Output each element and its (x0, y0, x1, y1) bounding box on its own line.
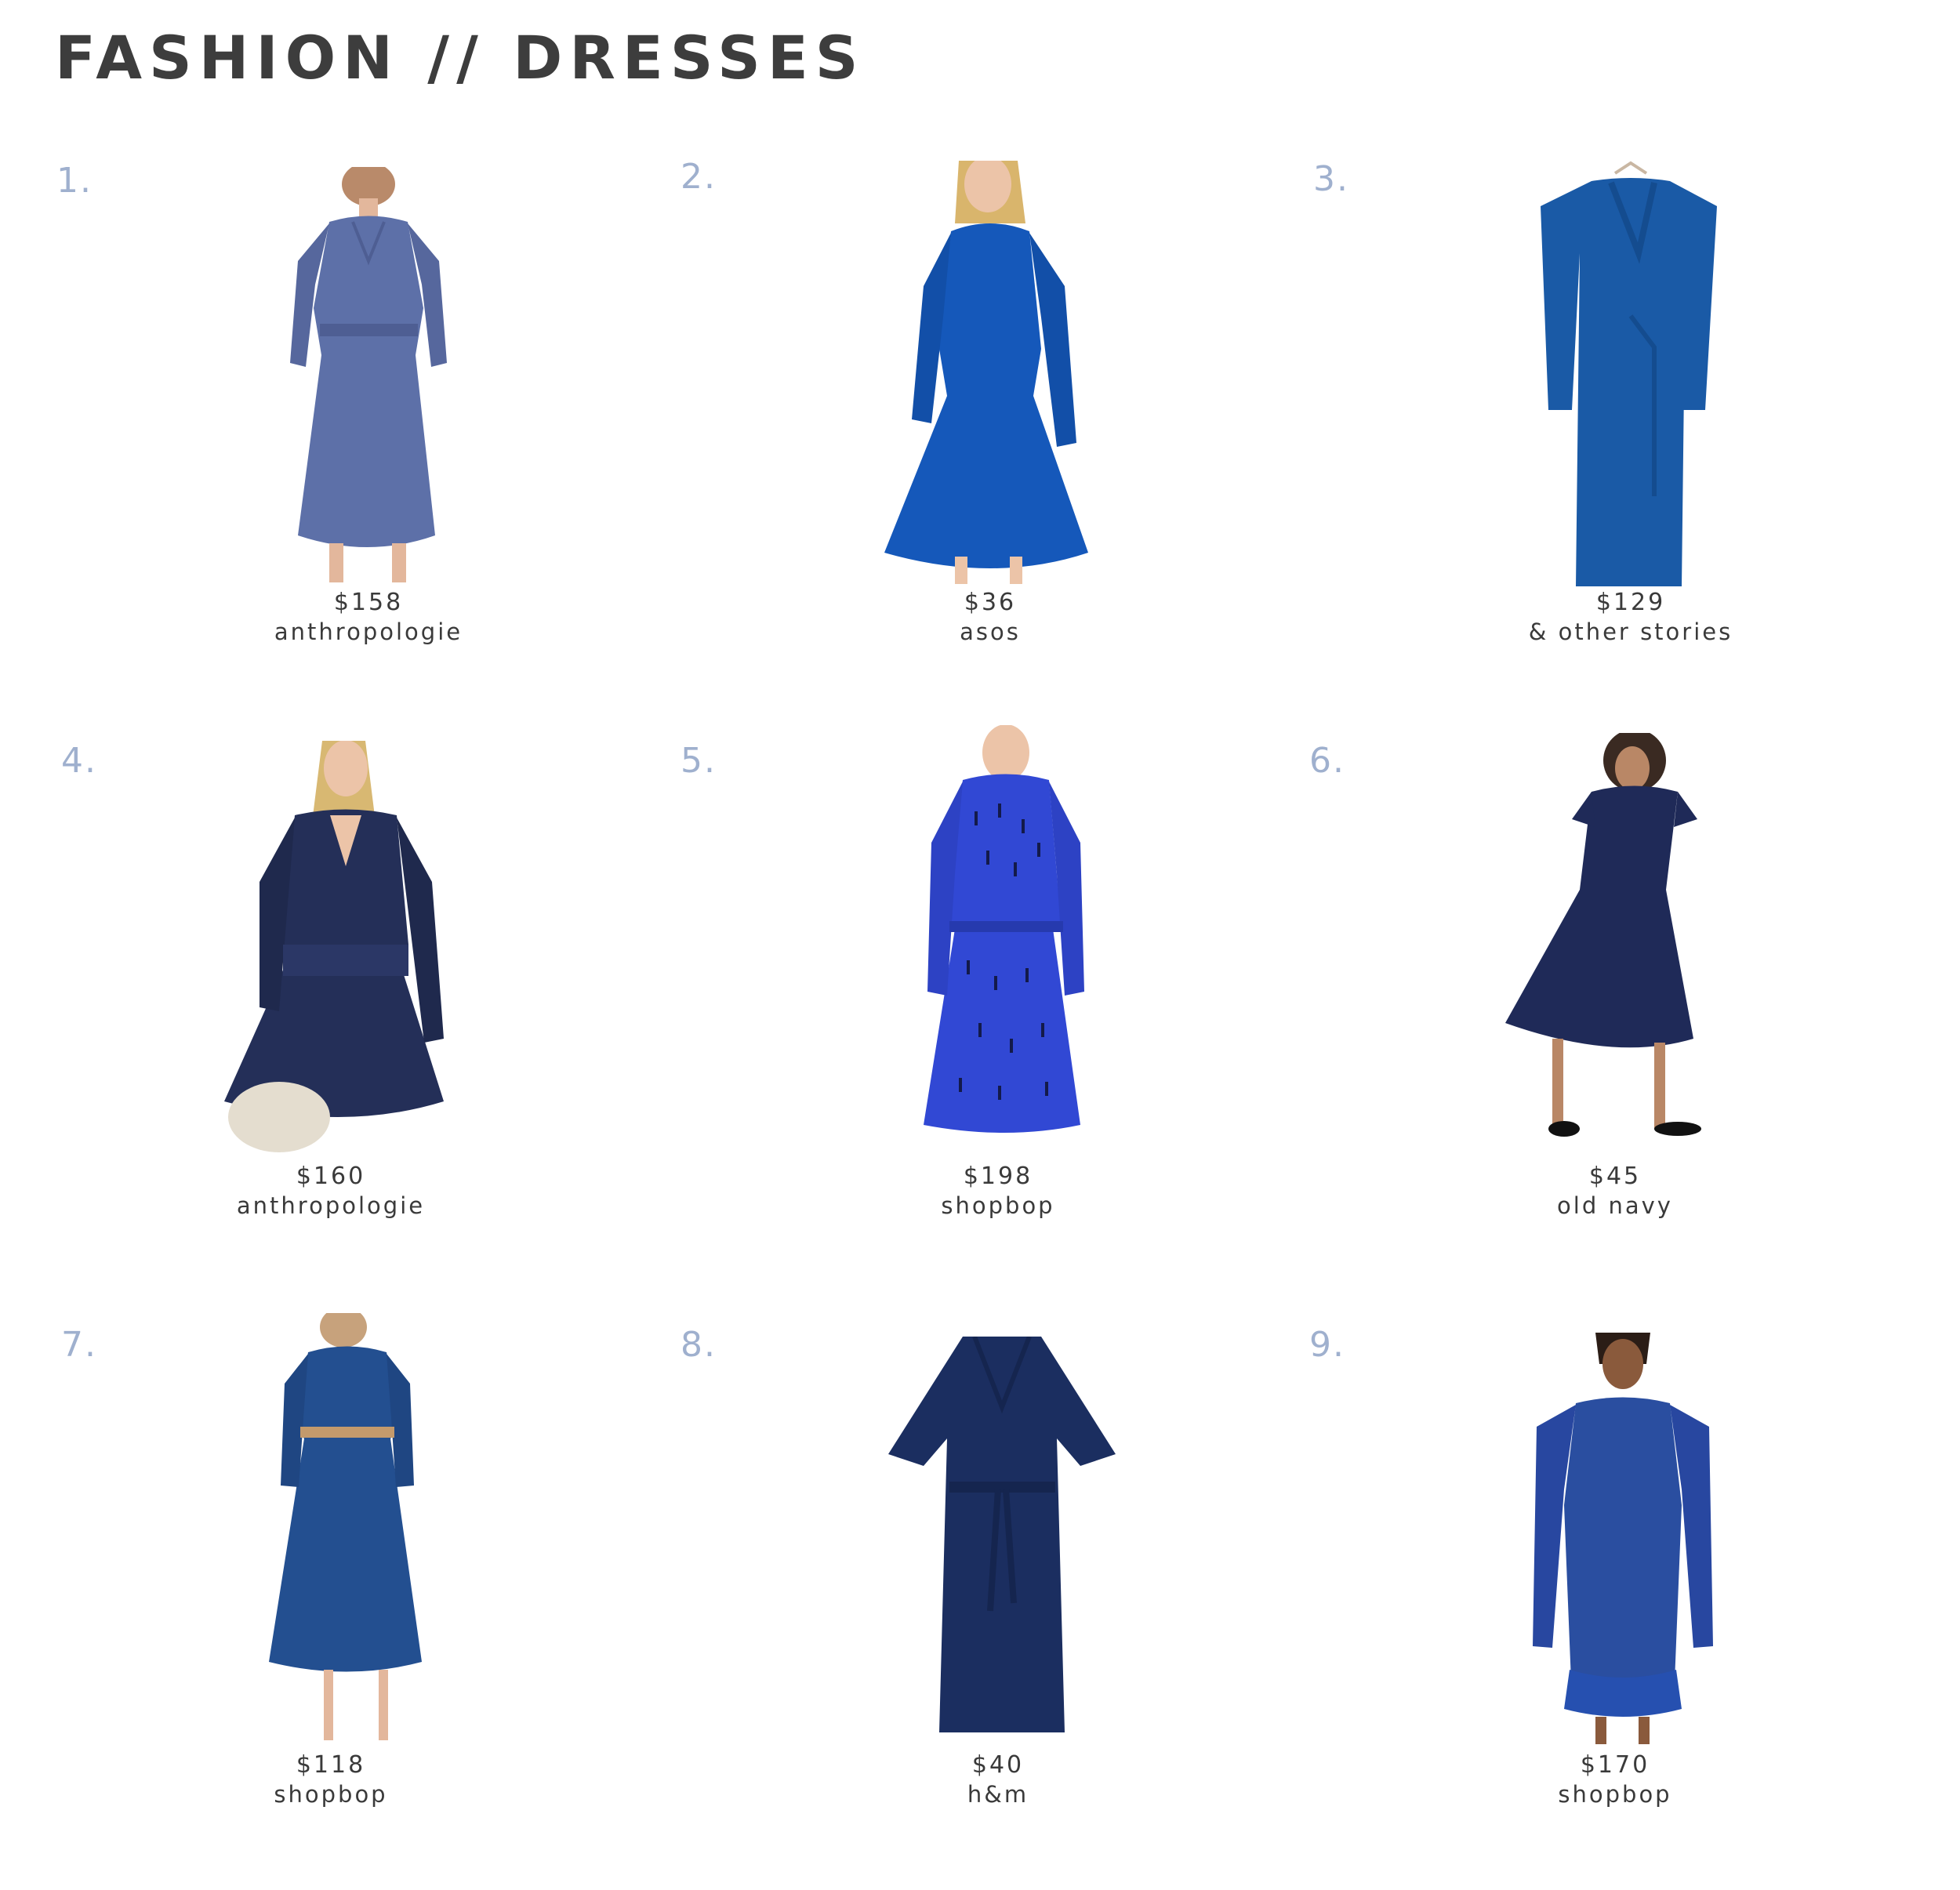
dress-illustration (888, 1337, 1116, 1732)
product-price: $40 (971, 1751, 1025, 1779)
product-store-link[interactable]: anthropologie (213, 1192, 448, 1220)
dress-image[interactable] (888, 725, 1116, 1160)
product-caption: $36 asos (873, 588, 1108, 646)
product-card[interactable]: 7. $118 shopbop (61, 1313, 688, 1874)
product-number: 2. (681, 157, 717, 197)
product-card[interactable]: 3. $129 & other stories (1313, 159, 1940, 708)
product-caption: $160 anthropologie (213, 1162, 448, 1220)
product-card[interactable]: 6. $45 old navy (1309, 733, 1936, 1290)
dress-illustration (290, 167, 447, 582)
product-caption: $170 shopbop (1497, 1750, 1733, 1808)
dress-illustration (1541, 161, 1717, 586)
product-grid: 1. $158 anthropologie 2. $36 asos 3. $12… (0, 0, 1960, 1890)
product-store-link[interactable]: & other stories (1486, 618, 1776, 646)
product-card[interactable]: 5. $198 shopbop (681, 725, 1308, 1290)
dress-illustration (1505, 733, 1701, 1137)
dress-illustration (884, 161, 1088, 584)
product-store-link[interactable]: old navy (1497, 1192, 1733, 1220)
dress-illustration (924, 725, 1084, 1133)
product-price: $170 (1580, 1751, 1650, 1779)
dress-image[interactable] (1537, 159, 1725, 586)
product-price: $160 (296, 1163, 366, 1190)
product-price: $158 (333, 589, 404, 616)
product-store-link[interactable]: anthropologie (251, 618, 486, 646)
product-store-link[interactable]: shopbop (880, 1192, 1116, 1220)
product-caption: $40 h&m (880, 1750, 1116, 1808)
dress-illustration (269, 1313, 422, 1740)
product-card[interactable]: 9. $170 shopbop (1309, 1325, 1936, 1874)
dress-image[interactable] (877, 161, 1104, 584)
product-store-link[interactable]: asos (873, 618, 1108, 646)
product-number: 5. (681, 741, 717, 781)
product-caption: $198 shopbop (880, 1162, 1116, 1220)
product-number: 9. (1309, 1325, 1345, 1365)
dress-image[interactable] (1521, 1333, 1725, 1744)
product-number: 3. (1313, 159, 1349, 199)
product-price: $45 (1588, 1163, 1642, 1190)
dress-image[interactable] (209, 741, 459, 1152)
dress-image[interactable] (1497, 733, 1740, 1145)
product-caption: $129 & other stories (1486, 588, 1776, 646)
product-number: 7. (61, 1325, 97, 1365)
product-card[interactable]: 8. $40 h&m (681, 1325, 1308, 1874)
product-card[interactable]: 1. $158 anthropologie (56, 161, 684, 709)
product-caption: $158 anthropologie (251, 588, 486, 646)
product-price: $118 (296, 1751, 366, 1779)
product-store-link[interactable]: h&m (880, 1780, 1116, 1808)
product-store-link[interactable]: shopbop (213, 1780, 448, 1808)
product-card[interactable]: 2. $36 asos (681, 157, 1308, 706)
product-price: $129 (1595, 589, 1666, 616)
product-caption: $118 shopbop (213, 1750, 448, 1808)
product-caption: $45 old navy (1497, 1162, 1733, 1220)
product-number: 4. (61, 741, 97, 781)
dress-illustration (1533, 1333, 1713, 1744)
dress-illustration (224, 741, 444, 1152)
product-card[interactable]: 4. $160 anthropologie (61, 741, 688, 1290)
dress-image[interactable] (261, 1313, 465, 1748)
dress-image[interactable] (267, 167, 470, 582)
product-number: 1. (56, 161, 93, 201)
product-store-link[interactable]: shopbop (1497, 1780, 1733, 1808)
product-number: 6. (1309, 741, 1345, 781)
product-price: $198 (963, 1163, 1033, 1190)
dress-image[interactable] (888, 1337, 1116, 1736)
product-number: 8. (681, 1325, 717, 1365)
product-price: $36 (964, 589, 1017, 616)
